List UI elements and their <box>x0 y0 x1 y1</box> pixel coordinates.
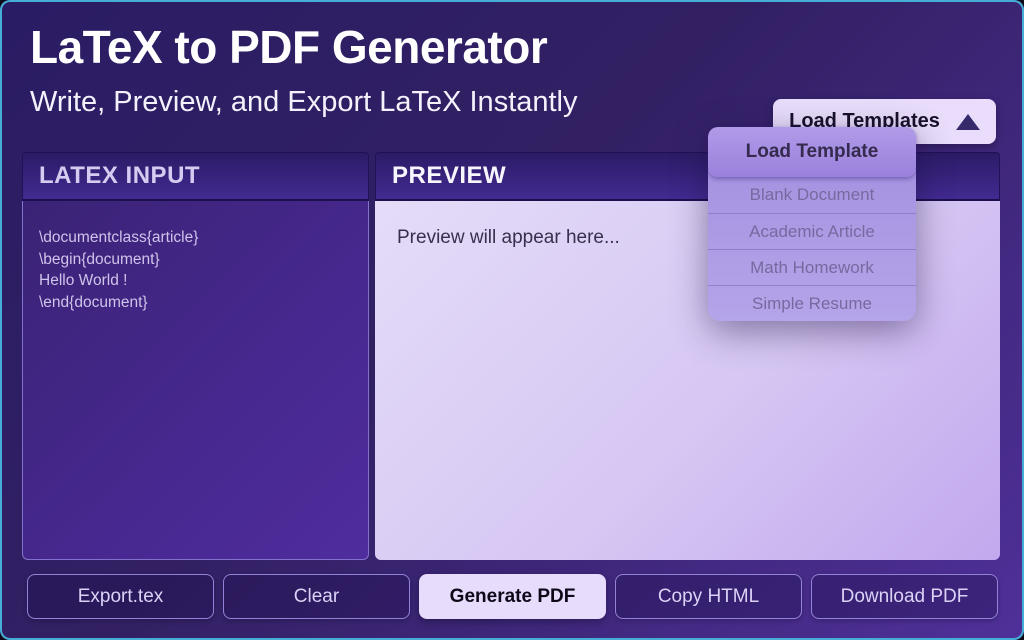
app-window: LaTeX to PDF Generator Write, Preview, a… <box>0 0 1024 640</box>
templates-dropdown: Load Template Blank Document Academic Ar… <box>708 127 916 321</box>
page-title: LaTeX to PDF Generator <box>30 20 547 74</box>
generate-pdf-button[interactable]: Generate PDF <box>419 574 606 619</box>
dropdown-item-simple-resume[interactable]: Simple Resume <box>708 285 916 321</box>
dropdown-item-load-template[interactable]: Load Template <box>708 127 916 177</box>
page-subtitle: Write, Preview, and Export LaTeX Instant… <box>30 86 578 119</box>
dropdown-item-academic-article[interactable]: Academic Article <box>708 213 916 249</box>
dropdown-list: Blank Document Academic Article Math Hom… <box>708 169 916 321</box>
export-tex-button[interactable]: Export.tex <box>27 574 214 619</box>
latex-input-panel-title: LATEX INPUT <box>22 152 369 201</box>
triangle-up-icon <box>956 114 980 130</box>
actions-toolbar: Export.tex Clear Generate PDF Copy HTML … <box>27 574 998 619</box>
copy-html-button[interactable]: Copy HTML <box>615 574 802 619</box>
latex-input-textarea[interactable]: \documentclass{article} \begin{document}… <box>23 201 368 559</box>
dropdown-item-math-homework[interactable]: Math Homework <box>708 249 916 285</box>
clear-button[interactable]: Clear <box>223 574 410 619</box>
latex-editor-body: \documentclass{article} \begin{document}… <box>22 201 369 560</box>
dropdown-item-blank-document[interactable]: Blank Document <box>708 177 916 213</box>
download-pdf-button[interactable]: Download PDF <box>811 574 998 619</box>
latex-input-panel: LATEX INPUT \documentclass{article} \beg… <box>22 152 369 560</box>
